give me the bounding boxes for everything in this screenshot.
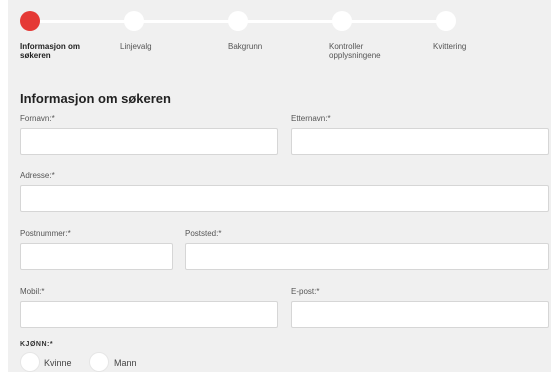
postnummer-label: Postnummer:* xyxy=(20,229,71,238)
kjonn-label: KJØNN:* xyxy=(20,341,54,348)
step-3-label[interactable]: Bakgrunn xyxy=(228,42,262,51)
postnummer-input[interactable] xyxy=(20,243,173,270)
step-4-dot[interactable] xyxy=(332,11,352,31)
mobil-label: Mobil:* xyxy=(20,287,45,296)
fornavn-label: Fornavn:* xyxy=(20,114,55,123)
form-section-title: Informasjon om søkeren xyxy=(20,91,171,106)
adresse-input[interactable] xyxy=(20,185,549,212)
step-5-dot[interactable] xyxy=(436,11,456,31)
adresse-label: Adresse:* xyxy=(20,171,55,180)
step-1-dot[interactable] xyxy=(20,11,40,31)
etternavn-input[interactable] xyxy=(291,128,549,155)
etternavn-label: Etternavn:* xyxy=(291,114,331,123)
epost-input[interactable] xyxy=(291,301,549,328)
mobil-input[interactable] xyxy=(20,301,278,328)
epost-label: E-post:* xyxy=(291,287,320,296)
mann-radio[interactable] xyxy=(89,352,109,372)
poststed-input[interactable] xyxy=(185,243,549,270)
step-4-label[interactable]: Kontroller opplysningene xyxy=(329,42,381,60)
mann-radio-label[interactable]: Mann xyxy=(114,358,137,368)
step-3-dot[interactable] xyxy=(228,11,248,31)
step-2-label[interactable]: Linjevalg xyxy=(120,42,152,51)
step-5-label[interactable]: Kvittering xyxy=(433,42,466,51)
poststed-label: Poststed:* xyxy=(185,229,222,238)
step-1-label[interactable]: Informasjon om søkeren xyxy=(20,42,80,60)
fornavn-input[interactable] xyxy=(20,128,278,155)
kvinne-radio[interactable] xyxy=(20,352,40,372)
step-2-dot[interactable] xyxy=(124,11,144,31)
kvinne-radio-label[interactable]: Kvinne xyxy=(44,358,72,368)
